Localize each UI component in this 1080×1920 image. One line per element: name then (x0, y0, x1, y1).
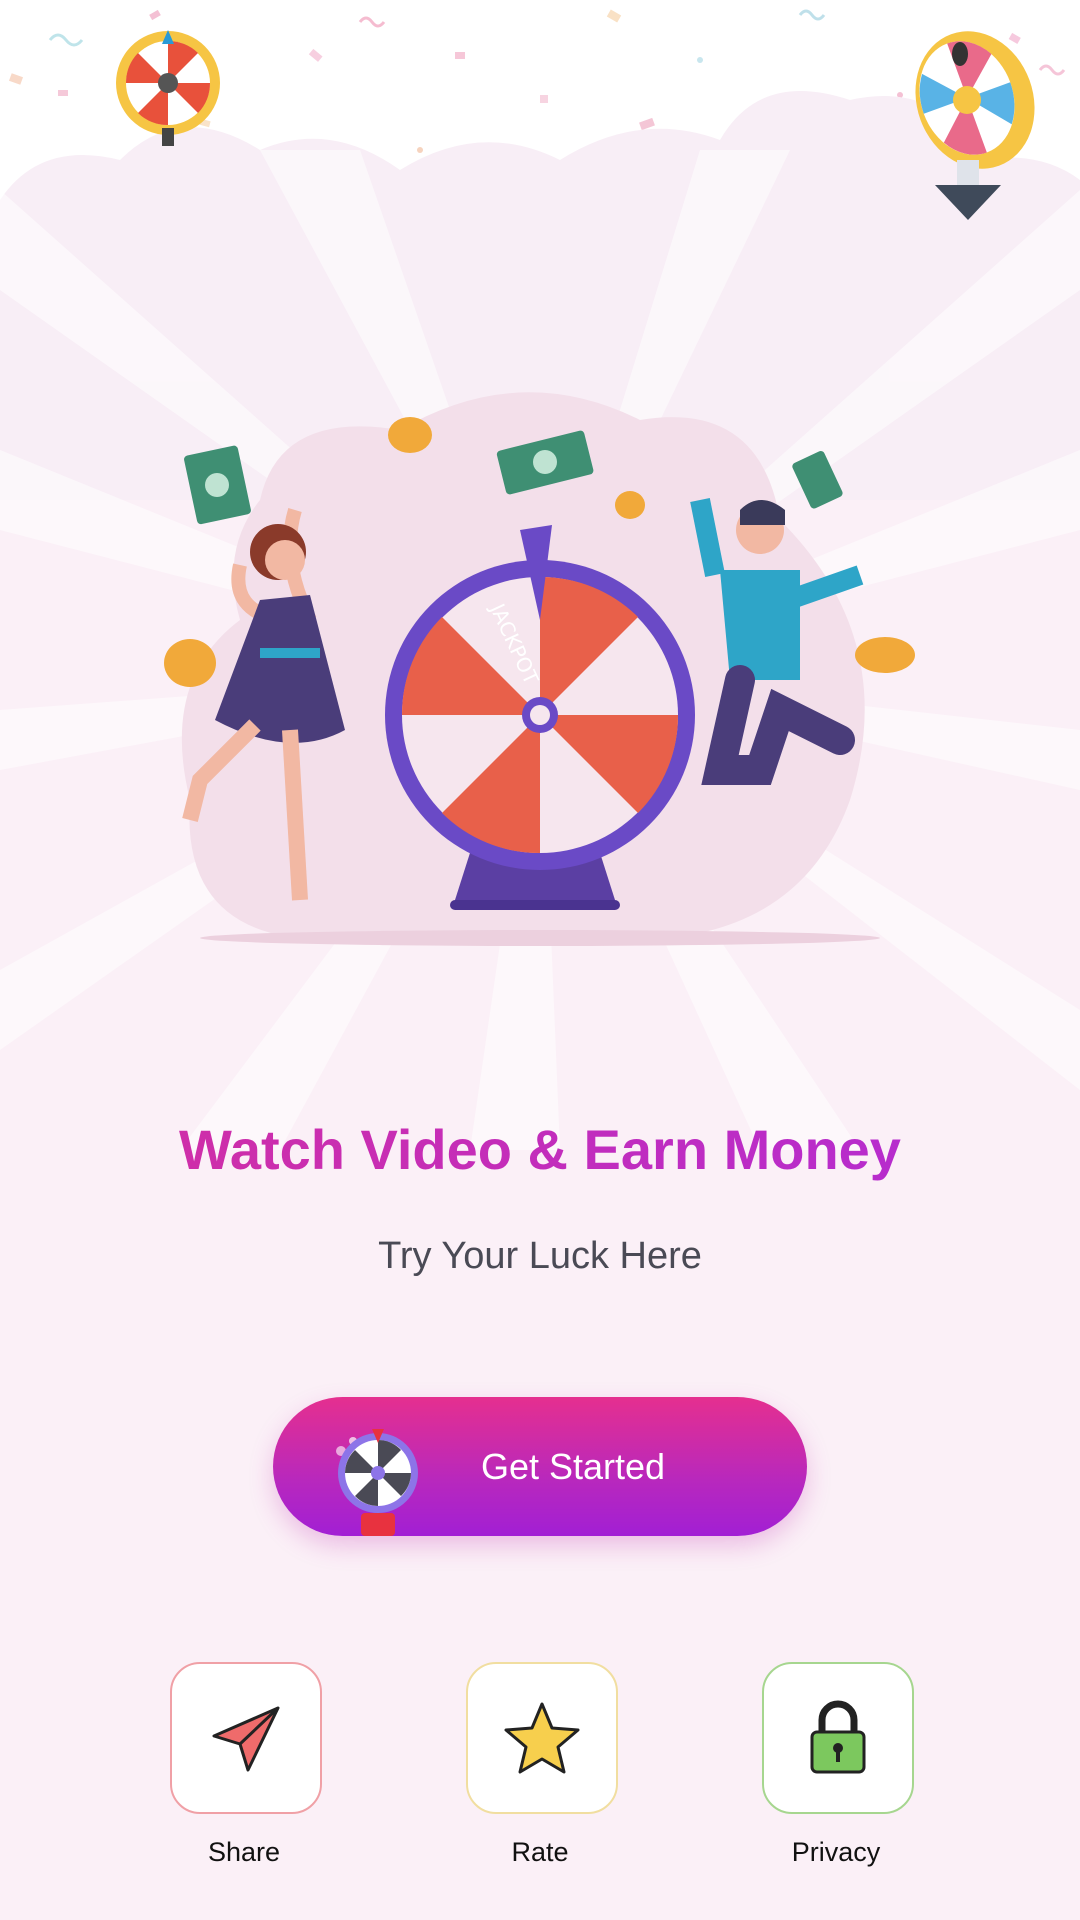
share-label: Share (207, 1837, 281, 1867)
send-icon (212, 1706, 280, 1772)
rate-button[interactable] (466, 1662, 618, 1814)
hero-illustration: JACKPOT (164, 392, 915, 946)
small-wheel-decoration (116, 30, 220, 146)
spin-wheel-icon (336, 1429, 418, 1536)
get-started-label: Get Started (480, 1446, 666, 1487)
rate-label: Rate (511, 1837, 569, 1867)
get-started-button[interactable]: Get Started (273, 1397, 807, 1536)
privacy-button[interactable] (762, 1662, 914, 1814)
page-subtitle: Try Your Luck Here (378, 1235, 702, 1277)
lock-icon (810, 1700, 866, 1774)
star-icon (504, 1702, 580, 1774)
large-wheel-decoration (915, 31, 1035, 220)
share-button[interactable] (170, 1662, 322, 1814)
page-title: Watch Video & Earn Money (0, 1110, 1080, 1190)
privacy-label: Privacy (791, 1837, 881, 1867)
splash-screen: JACKPOT Watch Video & Earn Money Try You… (0, 0, 1080, 1920)
